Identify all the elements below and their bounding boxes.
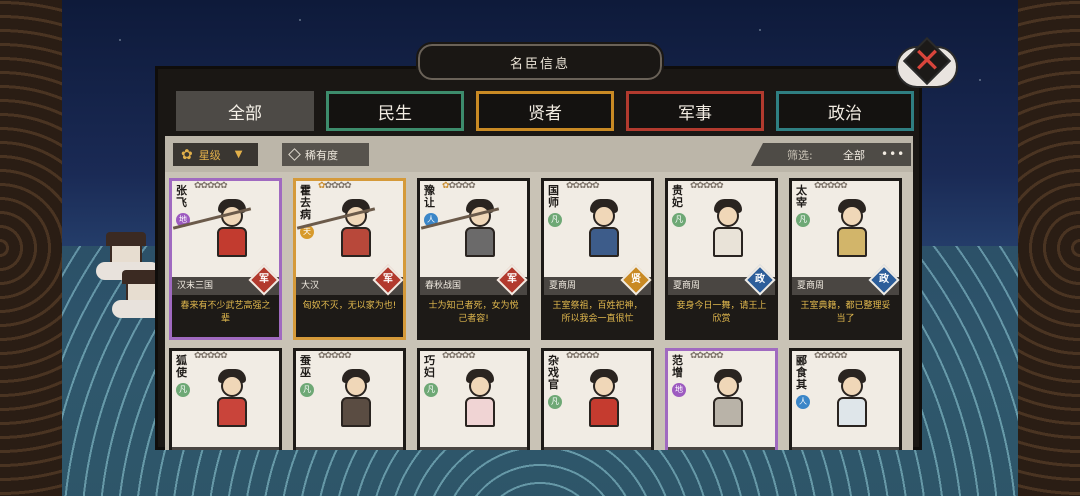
- era-label: [172, 447, 279, 450]
- tier-badge: 人: [796, 395, 810, 409]
- caret-down-icon: ▼: [234, 149, 243, 160]
- minister-quote: 士为知己者死，女为悦己者容!: [420, 295, 527, 337]
- minister-card[interactable]: 蚕巫 凡 ✿✿✿✿✿: [293, 348, 406, 450]
- star-rating: ✿✿✿✿✿: [566, 181, 651, 274]
- minister-quote: 王室典籍，都已整理妥当了: [792, 295, 899, 337]
- era-label: [296, 447, 403, 450]
- tab-politics[interactable]: 政治: [776, 91, 914, 131]
- minister-card[interactable]: 郦食其 人 ✿✿✿✿✿: [789, 348, 902, 450]
- tier-badge: 凡: [796, 213, 810, 227]
- minister-name: 巧妇: [424, 354, 435, 379]
- flower-icon: ✿: [181, 146, 193, 163]
- tier-badge: 凡: [548, 395, 562, 409]
- left-frame-border: [0, 0, 62, 496]
- star-rating: ✿✿✿✿✿: [318, 181, 403, 274]
- close-icon: ✕: [912, 41, 942, 81]
- minister-card[interactable]: 杂戏官 凡 ✿✿✿✿✿: [541, 348, 654, 450]
- panel-title-plate: 名臣信息: [416, 42, 664, 82]
- minister-quote: 春来有不少武艺高强之辈: [172, 295, 279, 337]
- page-title: 名臣信息: [509, 56, 570, 72]
- era-label: [792, 447, 899, 450]
- minister-quote: 王室祭祖，百姓祀神，所以我会一直很忙: [544, 295, 651, 337]
- tier-badge: 凡: [672, 213, 686, 227]
- portrait: 狐使 凡 ✿✿✿✿✿: [172, 351, 279, 447]
- tier-badge: 凡: [548, 213, 562, 227]
- star-rating: ✿✿✿✿✿: [442, 351, 527, 444]
- minister-name: 蚕巫: [300, 354, 311, 379]
- sort-by-stars-dropdown[interactable]: ✿ 星级 ▼: [173, 143, 258, 166]
- star-rating: ✿✿✿✿✿: [814, 181, 899, 274]
- tab-sage[interactable]: 贤者: [476, 91, 614, 131]
- tier-badge: 地: [672, 383, 686, 397]
- minister-card[interactable]: 范增 地 ✿✿✿✿✿: [665, 348, 778, 450]
- portrait: 贵妃 凡 ✿✿✿✿✿: [668, 181, 775, 277]
- portrait: 国师 凡 ✿✿✿✿✿: [544, 181, 651, 277]
- portrait: 豫让 人 ✿✿✿✿✿: [420, 181, 527, 277]
- tab-military[interactable]: 军事: [626, 91, 764, 131]
- star-rating: ✿✿✿✿✿: [194, 181, 279, 274]
- portrait: 张飞 地 ✿✿✿✿✿: [172, 181, 279, 277]
- minister-name: 豫让: [424, 184, 435, 209]
- tab-livelihood[interactable]: 民生: [326, 91, 464, 131]
- era-label: [668, 447, 775, 450]
- diamond-icon: [288, 148, 301, 161]
- star-rating: ✿✿✿✿✿: [690, 181, 775, 274]
- star-rating: ✿✿✿✿✿: [814, 351, 899, 444]
- minister-card[interactable]: 张飞 地 ✿✿✿✿✿ 军汉末三国 春来有不少武艺高强之辈: [169, 178, 282, 340]
- portrait: 霍去病 天 ✿✿✿✿✿: [296, 181, 403, 277]
- star-rating: ✿✿✿✿✿: [194, 351, 279, 444]
- minister-card[interactable]: 贵妃 凡 ✿✿✿✿✿ 政夏商周 妾身今日一舞，请王上欣赏: [665, 178, 778, 340]
- minister-name: 贵妃: [672, 184, 683, 209]
- tier-badge: 凡: [300, 383, 314, 397]
- tier-badge: 凡: [176, 383, 190, 397]
- card-grid-area: ✿ 星级 ▼ 稀有度 筛选: 全部 ••• 张飞 地 ✿✿✿✿✿ 军汉末三国 春…: [165, 136, 913, 450]
- portrait: 范增 地 ✿✿✿✿✿: [668, 351, 775, 447]
- minister-name: 张飞: [176, 184, 187, 209]
- minister-card[interactable]: 豫让 人 ✿✿✿✿✿ 军春秋战国 士为知己者死，女为悦己者容!: [417, 178, 530, 340]
- right-frame-border: [1018, 0, 1080, 496]
- minister-card[interactable]: 巧妇 凡 ✿✿✿✿✿: [417, 348, 530, 450]
- portrait: 太宰 凡 ✿✿✿✿✿: [792, 181, 899, 277]
- minister-name: 狐使: [176, 354, 187, 379]
- category-tabs: 全部 民生 贤者 军事 政治: [176, 91, 916, 131]
- star-rating: ✿✿✿✿✿: [690, 351, 775, 444]
- minister-name: 霍去病: [300, 184, 311, 221]
- minister-name: 范增: [672, 354, 683, 379]
- filter-toolbar: ✿ 星级 ▼ 稀有度 筛选: 全部 •••: [165, 136, 913, 172]
- portrait: 杂戏官 凡 ✿✿✿✿✿: [544, 351, 651, 447]
- star-rating: ✿✿✿✿✿: [442, 181, 527, 274]
- minister-name: 太宰: [796, 184, 807, 209]
- minister-quote: 妾身今日一舞，请王上欣赏: [668, 295, 775, 337]
- star-rating: ✿✿✿✿✿: [318, 351, 403, 444]
- close-button[interactable]: ✕: [896, 36, 958, 96]
- minister-card[interactable]: 霍去病 天 ✿✿✿✿✿ 军大汉 匈奴不灭，无以家为也!: [293, 178, 406, 340]
- minister-name: 国师: [548, 184, 559, 209]
- sort-by-rarity-button[interactable]: 稀有度: [282, 143, 369, 166]
- portrait: 郦食其 人 ✿✿✿✿✿: [792, 351, 899, 447]
- minister-card[interactable]: 狐使 凡 ✿✿✿✿✿: [169, 348, 282, 450]
- era-label: [420, 447, 527, 450]
- era-label: [544, 447, 651, 450]
- minister-name: 郦食其: [796, 354, 807, 391]
- more-options-icon[interactable]: •••: [881, 143, 905, 166]
- portrait: 蚕巫 凡 ✿✿✿✿✿: [296, 351, 403, 447]
- tab-all[interactable]: 全部: [176, 91, 314, 131]
- minister-card[interactable]: 太宰 凡 ✿✿✿✿✿ 政夏商周 王室典籍，都已整理妥当了: [789, 178, 902, 340]
- star-rating: ✿✿✿✿✿: [566, 351, 651, 444]
- minister-name: 杂戏官: [548, 354, 559, 391]
- filter-selector[interactable]: 筛选: 全部 •••: [751, 143, 911, 166]
- tier-badge: 凡: [424, 383, 438, 397]
- minister-quote: 匈奴不灭，无以家为也!: [296, 295, 403, 337]
- minister-card[interactable]: 国师 凡 ✿✿✿✿✿ 贤夏商周 王室祭祖，百姓祀神，所以我会一直很忙: [541, 178, 654, 340]
- portrait: 巧妇 凡 ✿✿✿✿✿: [420, 351, 527, 447]
